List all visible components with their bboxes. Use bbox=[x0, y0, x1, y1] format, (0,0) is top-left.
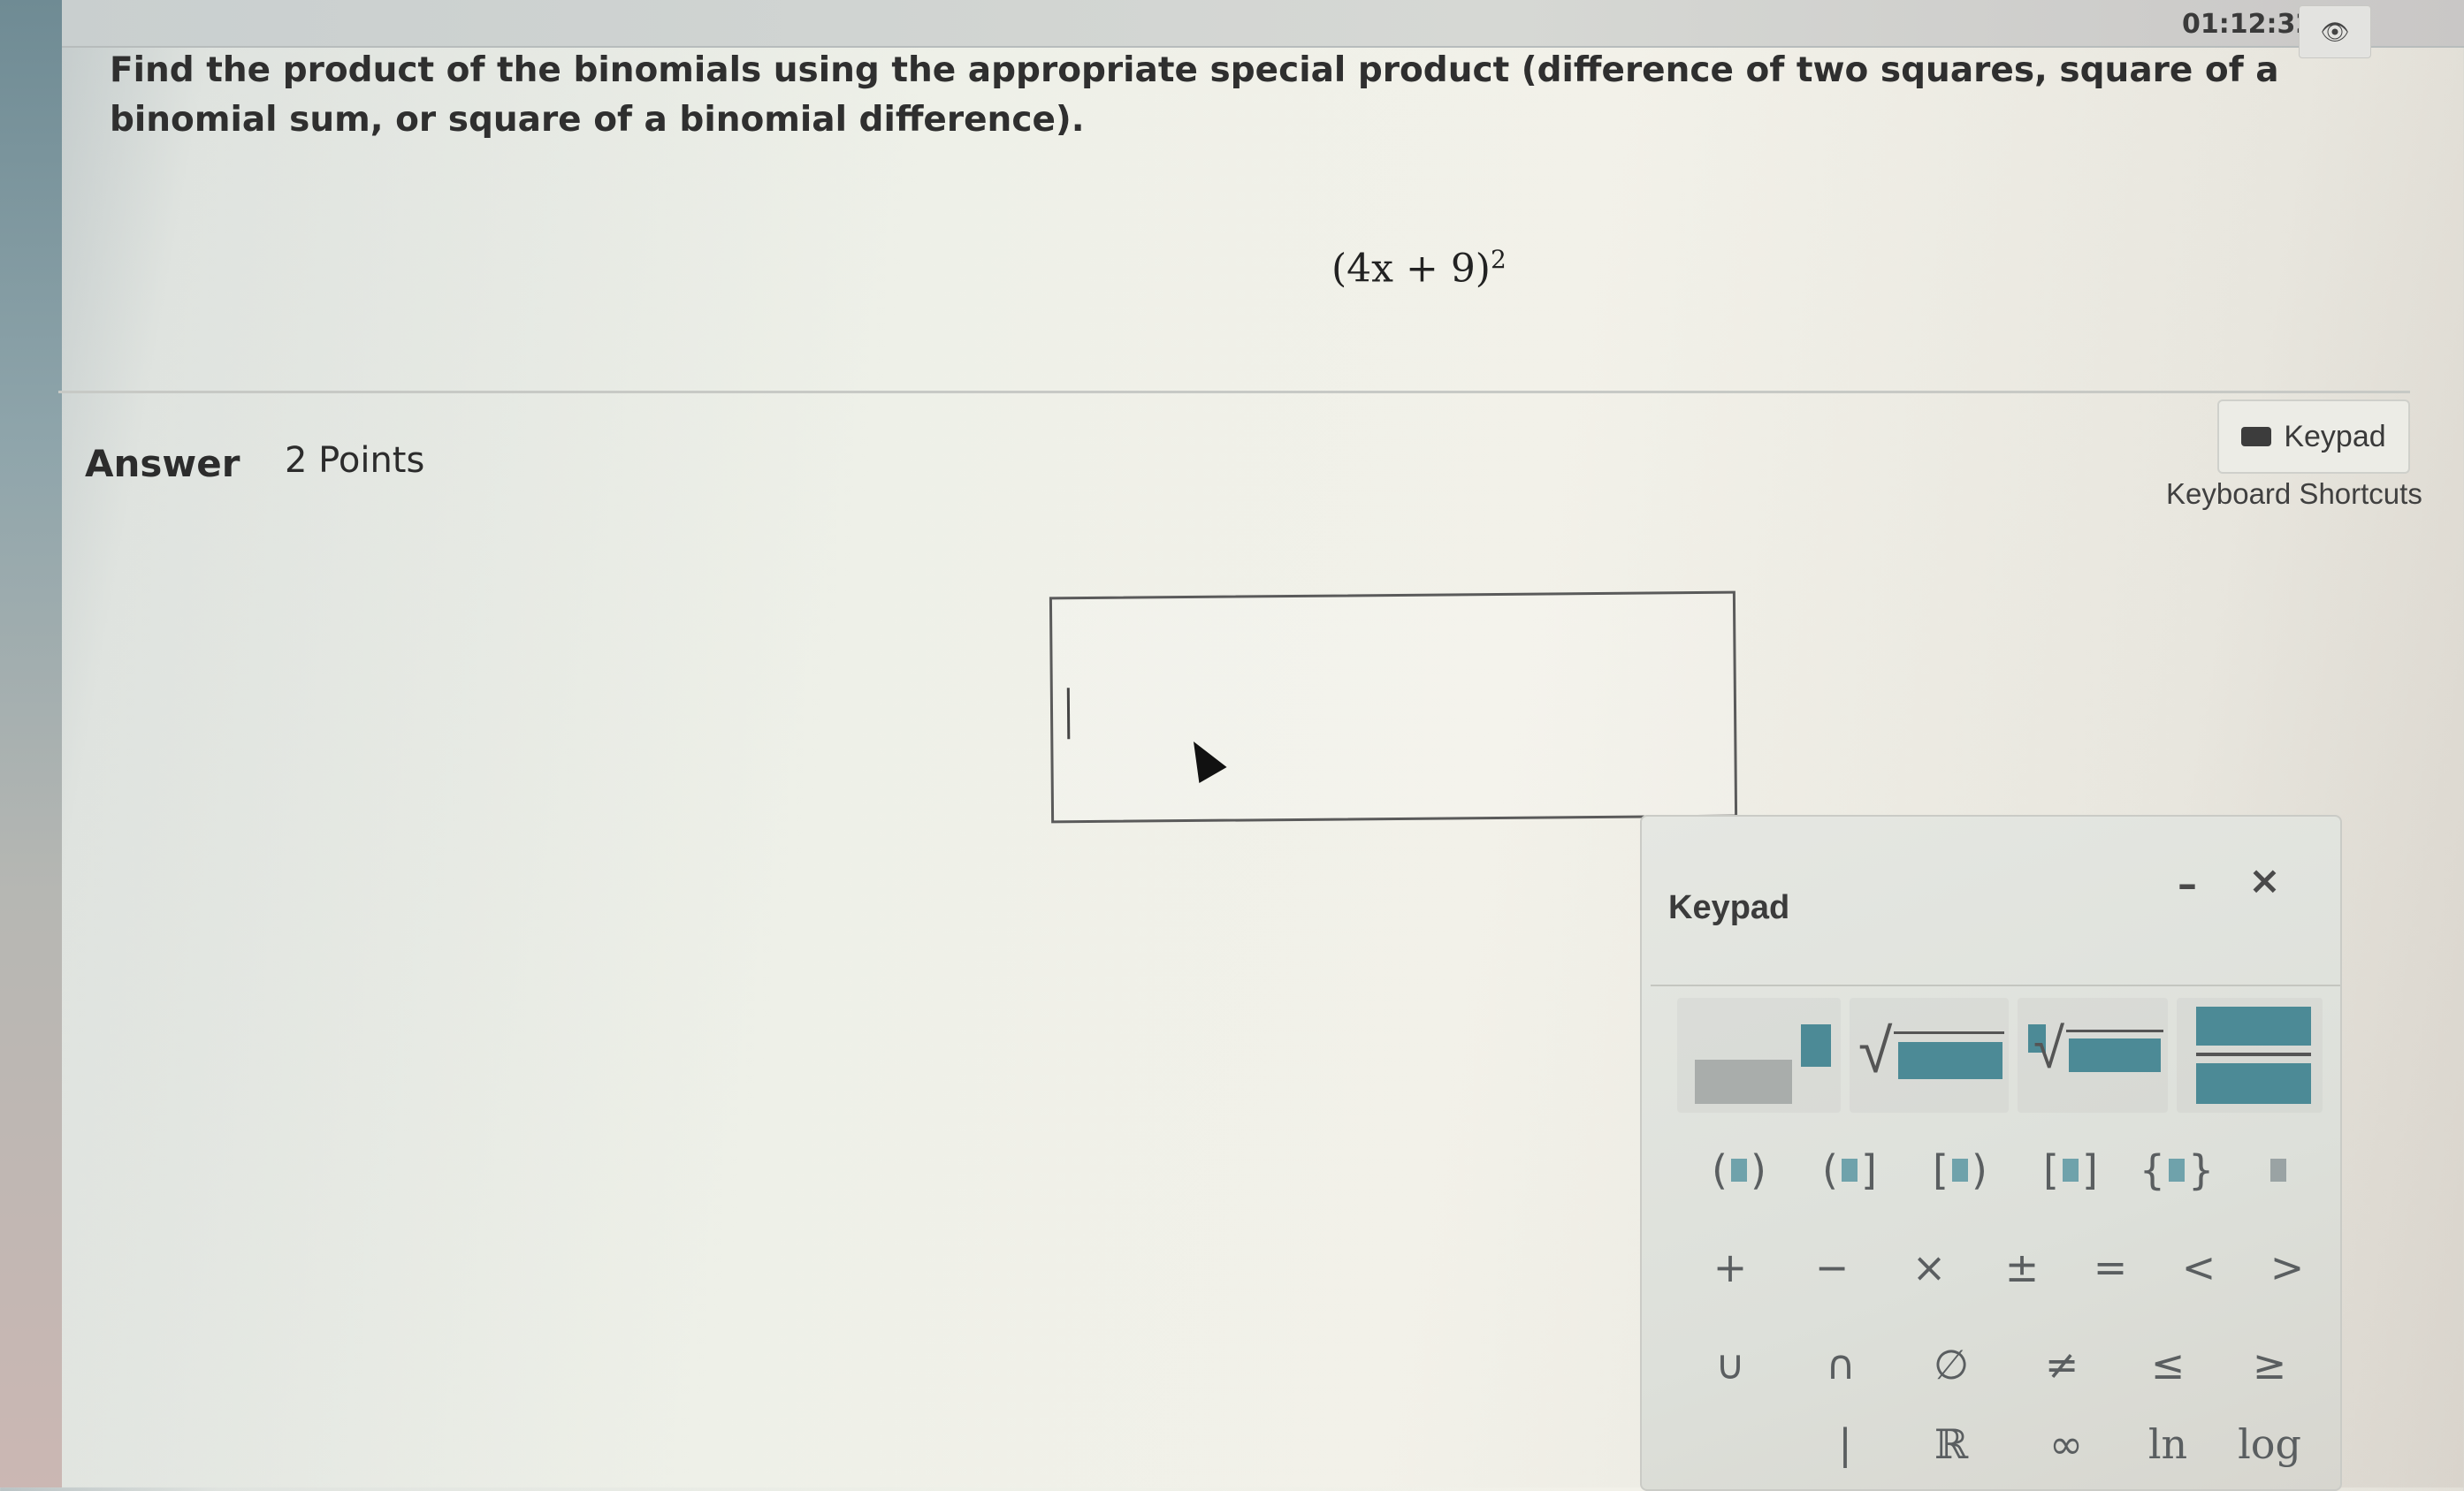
keyboard-shortcuts-link[interactable]: Keyboard Shortcuts bbox=[2166, 477, 2422, 511]
square-root-template-button[interactable]: √ bbox=[1850, 998, 2009, 1113]
expression-base: (4x + 9) bbox=[1331, 246, 1491, 292]
answer-input[interactable] bbox=[1049, 590, 1738, 824]
radicand-slot-icon bbox=[2069, 1038, 2161, 1072]
absolute-value-button[interactable] bbox=[2234, 1135, 2323, 1206]
infinity-button[interactable]: ∞ bbox=[2022, 1409, 2110, 1480]
less-equal-button[interactable]: ≤ bbox=[2124, 1329, 2212, 1400]
template-row: √ √ bbox=[1677, 998, 2323, 1113]
eye-icon: 👁 bbox=[2320, 18, 2350, 45]
exponent-slot-icon bbox=[1801, 1024, 1831, 1067]
text-caret bbox=[1066, 688, 1071, 740]
relation-row: ∪ ∩ ∅ ≠ ≤ ≥ bbox=[1659, 1329, 2331, 1400]
open-closed-interval-button[interactable]: (] bbox=[1805, 1135, 1894, 1206]
ln-button[interactable]: ln bbox=[2124, 1409, 2212, 1480]
parentheses-button[interactable]: () bbox=[1695, 1135, 1783, 1206]
special-row: | ℝ ∞ ln log bbox=[1659, 1409, 2331, 1480]
top-bar bbox=[62, 0, 2464, 48]
question-panel: Find the product of the binomials using … bbox=[58, 46, 2410, 393]
log-button[interactable]: log bbox=[2225, 1409, 2314, 1480]
question-prompt: Find the product of the binomials using … bbox=[110, 50, 2279, 140]
fraction-template-button[interactable] bbox=[2177, 998, 2323, 1113]
minus-button[interactable]: − bbox=[1788, 1232, 1876, 1303]
operator-row: + − × ± = < > bbox=[1659, 1232, 2331, 1303]
keyboard-icon bbox=[2241, 427, 2272, 446]
empty-set-button[interactable]: ∅ bbox=[1907, 1329, 1995, 1400]
numerator-slot-icon bbox=[2196, 1007, 2311, 1046]
equals-button[interactable]: = bbox=[2066, 1232, 2155, 1303]
greater-than-button[interactable]: > bbox=[2243, 1232, 2331, 1303]
radical-bar bbox=[1894, 1031, 2004, 1034]
real-numbers-button[interactable]: ℝ bbox=[1907, 1409, 1995, 1480]
points-label: 2 Points bbox=[285, 440, 425, 481]
radicand-slot-icon bbox=[1898, 1042, 2002, 1079]
radical-bar bbox=[2066, 1030, 2163, 1032]
fraction-bar bbox=[2196, 1053, 2311, 1056]
keypad-toggle-label: Keypad bbox=[2284, 419, 2386, 453]
grouping-row: () (] [) [] {} bbox=[1659, 1135, 2331, 1206]
expression-exponent: 2 bbox=[1490, 245, 1507, 274]
keypad-title: Keypad bbox=[1668, 889, 1790, 926]
keypad-panel: Keypad – × √ √ () (] [) [] {} + − × ± = … bbox=[1640, 815, 2342, 1491]
keypad-toggle-button[interactable]: Keypad bbox=[2217, 399, 2410, 474]
timer: 01:12:32 bbox=[2182, 9, 2315, 40]
plus-button[interactable]: + bbox=[1686, 1232, 1774, 1303]
radical-icon: √ bbox=[1858, 1016, 1893, 1085]
greater-equal-button[interactable]: ≥ bbox=[2225, 1329, 2314, 1400]
radical-icon: √ bbox=[2033, 1016, 2065, 1080]
keypad-close-button[interactable]: × bbox=[2243, 857, 2286, 904]
keypad-divider bbox=[1651, 985, 2340, 986]
pipe-button[interactable]: | bbox=[1801, 1409, 1889, 1480]
answer-label: Answer bbox=[85, 442, 240, 485]
denominator-slot-icon bbox=[2196, 1063, 2311, 1104]
intersection-button[interactable]: ∩ bbox=[1797, 1329, 1885, 1400]
brackets-button[interactable]: [] bbox=[2026, 1135, 2115, 1206]
not-equal-button[interactable]: ≠ bbox=[2018, 1329, 2106, 1400]
nth-root-template-button[interactable]: √ bbox=[2018, 998, 2168, 1113]
braces-button[interactable]: {} bbox=[2132, 1135, 2221, 1206]
base-slot-icon bbox=[1695, 1060, 1792, 1104]
question-expression: (4x + 9)2 bbox=[1331, 245, 1507, 292]
window-edge bbox=[0, 0, 62, 1487]
closed-open-interval-button[interactable]: [) bbox=[1916, 1135, 2004, 1206]
keypad-minimize-button[interactable]: – bbox=[2172, 861, 2202, 908]
union-button[interactable]: ∪ bbox=[1686, 1329, 1774, 1400]
exponent-template-button[interactable] bbox=[1677, 998, 1841, 1113]
plus-minus-button[interactable]: ± bbox=[1978, 1232, 2066, 1303]
less-than-button[interactable]: < bbox=[2155, 1232, 2243, 1303]
times-button[interactable]: × bbox=[1885, 1232, 1973, 1303]
